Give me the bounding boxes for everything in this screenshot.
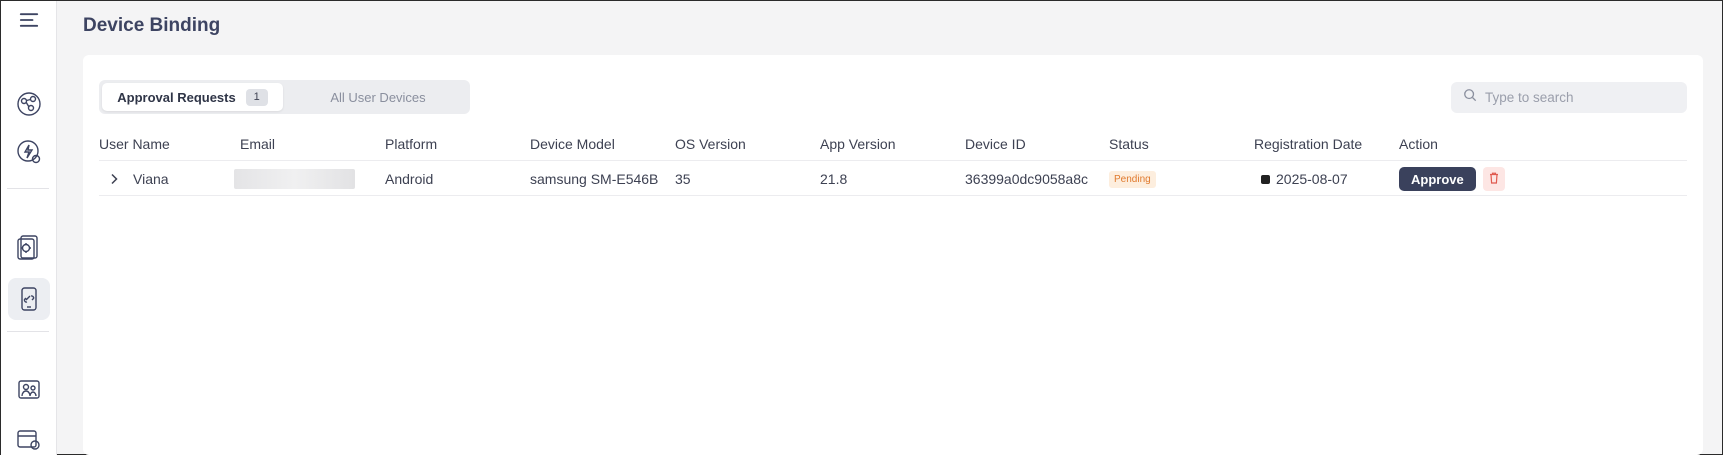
menu-icon[interactable] [8,0,50,41]
search-icon [1463,88,1477,107]
action-cell: Approve [1399,162,1505,196]
delete-button[interactable] [1482,167,1505,191]
redacted-email [234,169,355,189]
document-gear-icon[interactable] [8,226,50,268]
chevron-right-icon[interactable] [109,173,119,185]
column-header[interactable]: App Version [820,127,896,161]
column-header[interactable]: Status [1109,127,1149,161]
calendar-icon [1261,174,1270,184]
column-header[interactable]: Device ID [965,127,1026,161]
page-title: Device Binding [83,15,221,36]
tab-label: Approval Requests [117,89,236,105]
column-header[interactable]: OS Version [675,127,746,161]
sidebar [1,1,57,455]
search-box [1451,82,1687,113]
column-header[interactable]: Registration Date [1254,127,1362,161]
count-badge: 1 [245,88,268,106]
user-group-icon[interactable] [8,368,50,410]
energy-icon[interactable] [8,131,50,173]
network-icon[interactable] [8,83,50,125]
registration-date: 2025-08-07 [1276,171,1348,187]
column-header[interactable]: Email [240,127,275,161]
column-header[interactable]: Device Model [530,127,615,161]
os-version-cell: 35 [675,171,691,187]
platform-cell: Android [385,171,434,187]
approve-button[interactable]: Approve [1399,167,1476,191]
table-row[interactable]: Viana Android samsung SM-E546B 35 21.8 3… [99,162,1687,196]
table-header: User Name Email Platform Device Model OS… [99,127,1687,161]
column-header: Action [1399,136,1438,152]
tab-label: All User Devices [330,89,426,105]
user-name-cell: Viana [99,162,169,196]
trash-icon [1489,171,1499,187]
content-card: Approval Requests 1 All User Devices Use… [83,55,1703,455]
email-cell [234,162,355,196]
column-header[interactable]: User Name [99,127,170,161]
tab-approval-requests[interactable]: Approval Requests 1 [102,83,283,111]
calendar-location-icon[interactable] [8,419,50,455]
device-link-icon[interactable] [8,278,50,320]
status-cell: Pending [1109,162,1156,196]
tab-group: Approval Requests 1 All User Devices [99,80,470,114]
tab-all-user-devices[interactable]: All User Devices [289,83,467,111]
column-header[interactable]: Platform [385,127,437,161]
device-model-cell: samsung SM-E546B [530,171,659,187]
device-id-cell: 36399a0dc9058a8c [965,171,1089,187]
registration-date-cell: 2025-08-07 [1261,162,1348,196]
app-version-cell: 21.8 [820,171,848,187]
user-name: Viana [133,171,169,187]
status-badge: Pending [1109,170,1156,188]
search-input[interactable] [1485,90,1675,105]
